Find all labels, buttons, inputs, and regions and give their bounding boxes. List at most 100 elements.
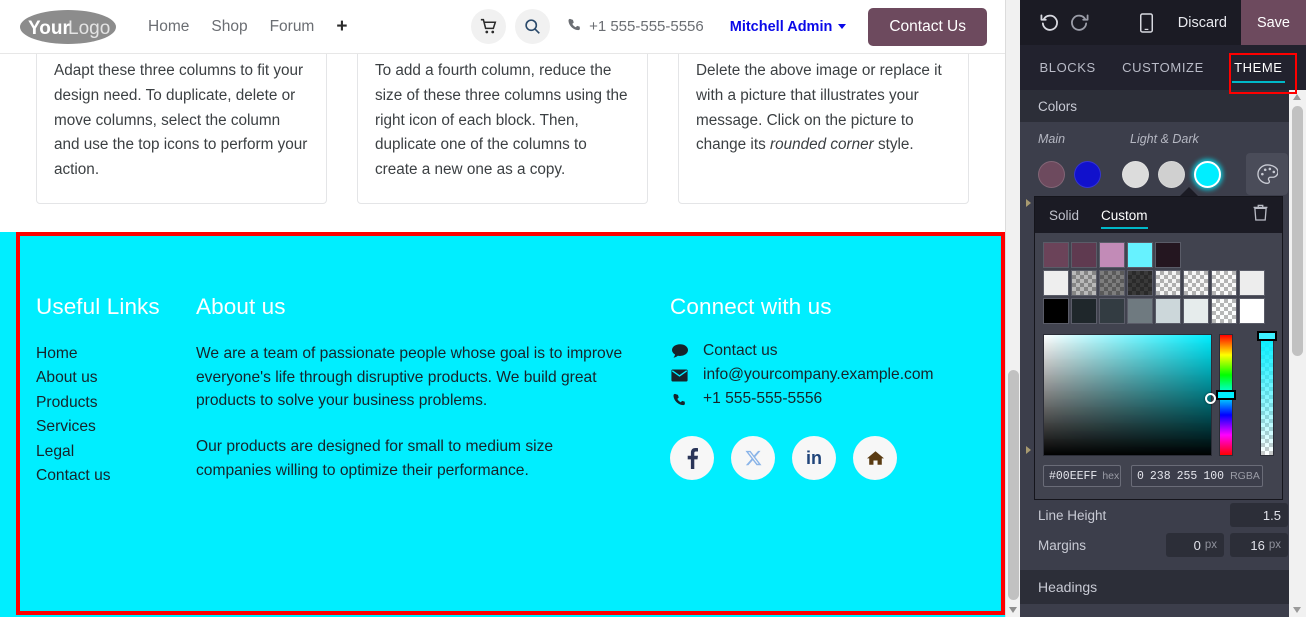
home-icon[interactable] [853, 436, 897, 480]
main-color-swatch-1[interactable] [1038, 160, 1065, 188]
saturation-value-handle[interactable] [1205, 393, 1216, 404]
picker-swatch[interactable] [1071, 242, 1097, 268]
picker-swatch[interactable] [1099, 298, 1125, 324]
panel-scrollbar[interactable] [1289, 90, 1306, 617]
discard-button[interactable]: Discard [1164, 15, 1241, 31]
column-card-1[interactable]: Adapt these three columns to fit your de… [36, 44, 327, 204]
footer-link-about-us[interactable]: About us [36, 366, 196, 390]
palette-icon[interactable] [1246, 153, 1288, 195]
picker-swatch[interactable] [1071, 298, 1097, 324]
cart-icon[interactable] [471, 9, 507, 44]
line-height-value: 1.5 [1262, 507, 1281, 523]
svg-text:Your: Your [28, 18, 70, 39]
footer-link-products[interactable]: Products [36, 391, 196, 415]
nav-link-forum[interactable]: Forum [270, 18, 315, 36]
editor-tabs: BLOCKS CUSTOMIZE THEME [1020, 45, 1306, 90]
section-collapse-arrow-1[interactable] [1026, 199, 1031, 207]
picker-swatch[interactable] [1127, 270, 1153, 296]
margin-top-input[interactable]: 0 px [1166, 533, 1224, 557]
picker-swatch[interactable] [1155, 298, 1181, 324]
rgba-r: 0 [1137, 469, 1144, 483]
picker-swatch[interactable] [1099, 242, 1125, 268]
linkedin-icon[interactable]: in [792, 436, 836, 480]
picker-swatch[interactable] [1127, 298, 1153, 324]
facebook-icon[interactable] [670, 436, 714, 480]
footer-contact-row-email[interactable]: info@yourcompany.example.com [670, 366, 969, 384]
redo-icon[interactable] [1064, 13, 1094, 32]
site-navbar: Your Logo Home Shop Forum + +1 555-555-5… [0, 0, 1005, 54]
hue-slider-handle[interactable] [1216, 390, 1237, 400]
website-canvas: Your Logo Home Shop Forum + +1 555-555-5… [0, 0, 1020, 617]
undo-icon[interactable] [1034, 13, 1064, 32]
footer-link-legal[interactable]: Legal [36, 440, 196, 464]
footer-link-contact-us[interactable]: Contact us [36, 464, 196, 488]
line-height-input[interactable]: 1.5 [1230, 503, 1288, 527]
tab-theme[interactable]: THEME [1211, 45, 1306, 90]
picker-swatch[interactable] [1043, 242, 1069, 268]
save-button[interactable]: Save [1240, 0, 1306, 45]
chevron-up-icon[interactable] [1293, 94, 1301, 100]
alpha-slider[interactable] [1257, 331, 1278, 456]
trash-icon[interactable] [1253, 204, 1268, 226]
headings-section-title: Headings [1038, 579, 1098, 595]
alpha-slider-handle[interactable] [1257, 331, 1278, 341]
footer-contact-row-contact[interactable]: Contact us [670, 342, 969, 360]
light-dark-swatch-1[interactable] [1122, 160, 1149, 188]
footer-contact-row-phone[interactable]: +1 555-555-5556 [670, 390, 969, 408]
footer-link-services[interactable]: Services [36, 415, 196, 439]
picker-swatch[interactable] [1183, 298, 1209, 324]
line-height-label: Line Height [1038, 507, 1107, 523]
column-text-1: Adapt these three columns to fit your de… [54, 62, 308, 179]
hex-input[interactable]: #00EEFF hex [1043, 465, 1121, 487]
contact-us-button[interactable]: Contact Us [868, 7, 987, 46]
nav-link-home[interactable]: Home [148, 18, 189, 36]
section-collapse-arrow-2[interactable] [1026, 446, 1031, 454]
chevron-down-icon[interactable] [1293, 607, 1301, 613]
footer-about-paragraph-1: We are a team of passionate people whose… [196, 345, 623, 410]
nav-link-shop[interactable]: Shop [211, 18, 247, 36]
main-color-swatch-2[interactable] [1074, 160, 1101, 188]
picker-swatch[interactable] [1155, 270, 1181, 296]
color-picker-tabs: Solid Custom [1035, 197, 1282, 233]
footer-block[interactable]: Useful Links Home About us Products Serv… [0, 232, 1005, 617]
site-logo[interactable]: Your Logo [18, 6, 118, 48]
picker-swatch[interactable] [1239, 270, 1265, 296]
picker-swatch[interactable] [1183, 270, 1209, 296]
tab-customize[interactable]: CUSTOMIZE [1115, 45, 1210, 90]
picker-swatch[interactable] [1127, 242, 1153, 268]
search-icon[interactable] [515, 9, 551, 44]
light-dark-swatch-3-selected[interactable] [1194, 160, 1221, 188]
picker-swatch[interactable] [1071, 270, 1097, 296]
user-menu[interactable]: Mitchell Admin [730, 19, 847, 35]
colors-section-header[interactable]: Colors [1020, 90, 1306, 122]
headings-section-header[interactable]: Headings [1020, 570, 1306, 604]
picker-swatch[interactable] [1099, 270, 1125, 296]
rgba-input[interactable]: 0 238 255 100 RGBA [1131, 465, 1263, 487]
picker-swatch[interactable] [1043, 270, 1069, 296]
picker-swatch[interactable] [1155, 242, 1181, 268]
column-card-2[interactable]: To add a fourth column, reduce the size … [357, 44, 648, 204]
light-dark-swatch-2[interactable] [1158, 160, 1185, 188]
picker-swatch[interactable] [1211, 298, 1237, 324]
add-page-button[interactable]: + [336, 17, 347, 36]
tab-blocks[interactable]: BLOCKS [1020, 45, 1115, 90]
mobile-preview-icon[interactable] [1130, 12, 1164, 33]
margin-bottom-input[interactable]: 16 px [1230, 533, 1288, 557]
footer-link-home[interactable]: Home [36, 342, 196, 366]
picker-swatch[interactable] [1239, 298, 1265, 324]
picker-swatch[interactable] [1211, 270, 1237, 296]
saturation-value-area[interactable] [1043, 334, 1216, 456]
tab-custom[interactable]: Custom [1101, 197, 1148, 233]
column-card-3[interactable]: Delete the above image or replace it wit… [678, 44, 969, 204]
main-colors-label: Main [1038, 132, 1066, 146]
canvas-scrollbar-thumb[interactable] [1008, 370, 1019, 600]
swatch-row-1 [1043, 242, 1274, 268]
picker-swatch[interactable] [1043, 298, 1069, 324]
navbar-phone[interactable]: +1 555-555-5556 [567, 17, 704, 37]
tab-solid[interactable]: Solid [1049, 197, 1079, 233]
x-twitter-icon[interactable] [731, 436, 775, 480]
canvas-scrollbar[interactable] [1005, 0, 1020, 617]
panel-scrollbar-thumb[interactable] [1292, 106, 1303, 356]
chevron-down-icon[interactable] [1009, 607, 1017, 613]
hue-slider[interactable] [1216, 334, 1237, 456]
